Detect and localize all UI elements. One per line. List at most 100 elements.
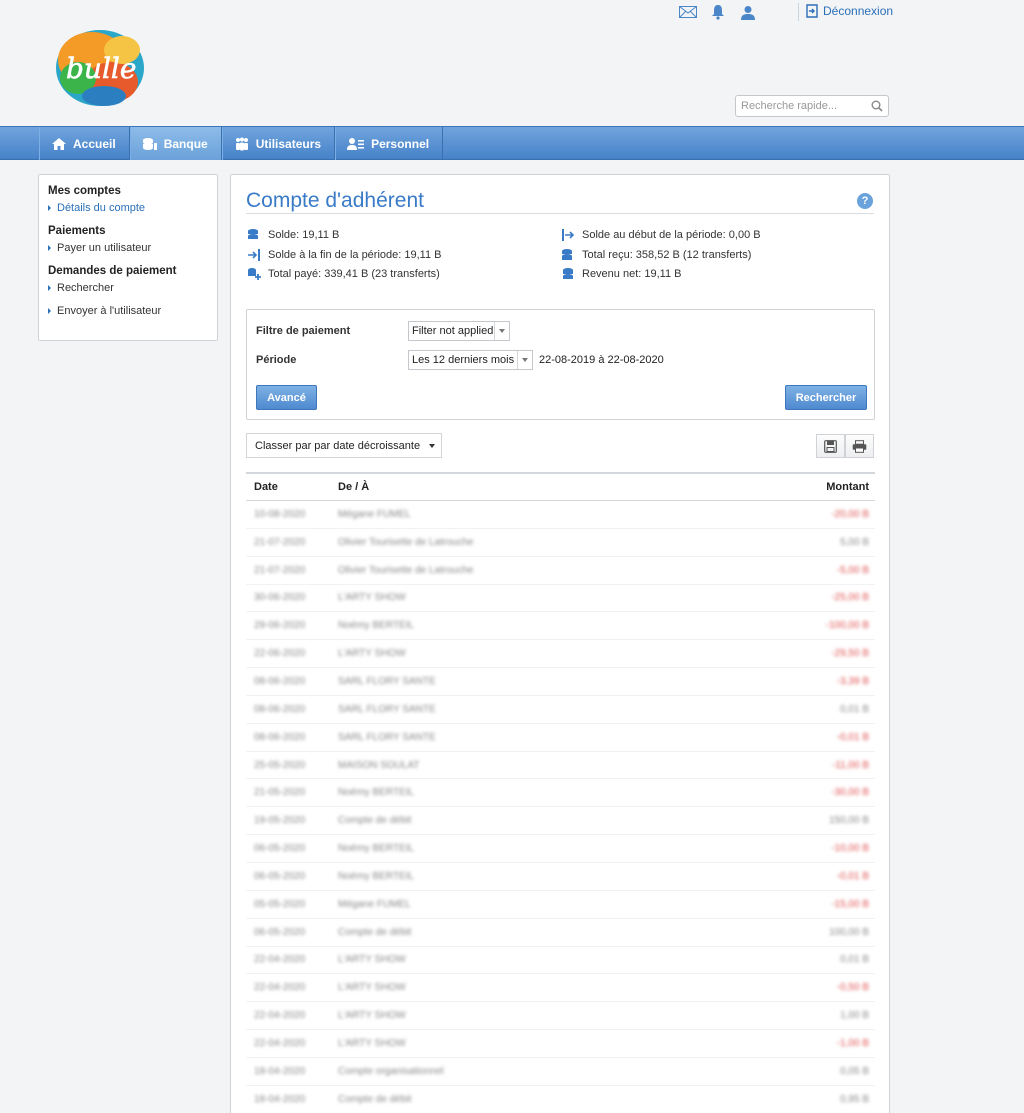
table-row[interactable]: 30-06-2020 L'ARTY SHOW -25,00 B [246, 585, 875, 613]
table-row[interactable]: 22-04-2020 L'ARTY SHOW 1,00 B [246, 1002, 875, 1031]
sidebar-item-rechercher[interactable]: Rechercher [48, 282, 208, 294]
row-amount: -5,00 B [836, 564, 869, 576]
sidebar-item-envoyer-utilisateur[interactable]: Envoyer à l'utilisateur [48, 305, 208, 317]
table-row[interactable]: 19-05-2020 Compte de débit 150,00 B [246, 807, 875, 836]
stat-solde-fin: Solde à la fin de la période: 19,11 B [246, 248, 441, 262]
chevron-down-icon [494, 322, 509, 340]
coins-icon [246, 228, 261, 242]
table-row[interactable]: 21-07-2020 Olivier Tourisette de Latrouch… [246, 529, 875, 557]
coins-plus-icon [246, 267, 261, 281]
search-icon[interactable] [871, 100, 883, 112]
sidebar: Mes comptes Détails du compte Paiements … [38, 174, 218, 341]
row-from-to: Mégane FUMEL [338, 898, 411, 910]
sidebar-item-details-compte[interactable]: Détails du compte [48, 202, 208, 214]
col-from-to[interactable]: De / À [338, 481, 755, 493]
arrow-in-icon [246, 248, 261, 262]
table-row[interactable]: 25-05-2020 MAISON SOULAT -11,00 B [246, 752, 875, 780]
sidebar-group-mes-comptes: Mes comptes [48, 185, 121, 197]
table-row[interactable]: 08-06-2020 SARL FLORY SANTE -0,01 B [246, 724, 875, 752]
transactions-table: Date De / À Montant 10-08-2020 Mégane FUM… [246, 472, 875, 1113]
nav-item-utilisateurs[interactable]: Utilisateurs [221, 127, 336, 160]
row-date: 30-06-2020 [254, 592, 306, 604]
table-row[interactable]: 22-04-2020 L'ARTY SHOW -0,50 B [246, 974, 875, 1003]
nav-item-banque[interactable]: Banque [129, 127, 222, 160]
table-row[interactable]: 10-08-2020 Mégane FUMEL -20,00 B [246, 501, 875, 529]
table-row[interactable]: 05-05-2020 Mégane FUMEL -15,00 B [246, 891, 875, 919]
nav-item-accueil[interactable]: Accueil [39, 127, 130, 160]
sidebar-item-label: Détails du compte [57, 202, 146, 214]
logout-icon [806, 4, 818, 18]
advanced-button[interactable]: Avancé [256, 385, 317, 410]
row-date: 06-05-2020 [254, 926, 306, 938]
row-from-to: MAISON SOULAT [338, 759, 420, 771]
row-from-to: Noémy BERTEIL [338, 620, 414, 632]
col-amount[interactable]: Montant [755, 481, 875, 493]
row-amount: -25,00 B [831, 592, 869, 604]
period-select[interactable]: Les 12 derniers mois [408, 350, 533, 370]
user-icon[interactable] [738, 4, 758, 20]
sidebar-item-label: Payer un utilisateur [57, 242, 152, 254]
mail-icon[interactable] [678, 4, 698, 20]
table-row[interactable]: 22-04-2020 L'ARTY SHOW 0,01 B [246, 947, 875, 975]
period-value: Les 12 derniers mois [412, 354, 515, 366]
search-button[interactable]: Rechercher [785, 385, 867, 410]
bulle-logo[interactable]: bulle [52, 26, 148, 110]
table-body: 10-08-2020 Mégane FUMEL -20,00 B 21-07-2020… [246, 501, 875, 1113]
row-amount: -10,00 B [831, 843, 869, 855]
row-amount: -11,00 B [831, 759, 869, 771]
row-from-to: Compte de débit [338, 815, 412, 827]
print-button[interactable] [845, 434, 874, 458]
row-amount: -0,01 B [836, 731, 869, 743]
sort-dropdown[interactable]: Classer par par date décroissante [246, 433, 442, 458]
table-row[interactable]: 06-05-2020 Noémy BERTEIL -10,00 B [246, 835, 875, 863]
row-amount: -20,00 B [831, 508, 869, 520]
arrow-out-icon [560, 228, 575, 242]
page-title: Compte d'adhérent [246, 189, 424, 212]
table-row[interactable]: 18-04-2020 Compte organisationnel 0,05 B [246, 1058, 875, 1086]
logout-link[interactable]: Déconnexion [806, 4, 893, 18]
table-row[interactable]: 18-04-2020 Compte de débit 0,95 B [246, 1086, 875, 1113]
table-row[interactable]: 21-07-2020 Olivier Tourisette de Latrouch… [246, 557, 875, 585]
row-from-to: Noémy BERTEIL [338, 870, 414, 882]
save-button[interactable] [816, 434, 845, 458]
payment-filter-select[interactable]: Filter not applied [408, 321, 510, 341]
coins-icon [560, 248, 575, 262]
sort-label: Classer par par date décroissante [255, 439, 421, 452]
col-date[interactable]: Date [246, 481, 338, 493]
stat-solde-debut-text: Solde au début de la période: 0,00 B [582, 229, 761, 241]
help-icon[interactable]: ? [857, 193, 873, 209]
row-from-to: SARL FLORY SANTE [338, 731, 436, 743]
row-amount: 5,00 B [840, 536, 869, 548]
filter-box: Filtre de paiement Filter not applied Pé… [246, 309, 875, 420]
table-row[interactable]: 21-05-2020 Noémy BERTEIL -30,00 B [246, 779, 875, 808]
chevron-right-icon [48, 245, 51, 251]
sidebar-item-payer-utilisateur[interactable]: Payer un utilisateur [48, 242, 208, 254]
row-from-to: Noémy BERTEIL [338, 843, 414, 855]
row-from-to: L'ARTY SHOW [338, 648, 406, 660]
row-date: 06-05-2020 [254, 843, 306, 855]
stat-total-recu-text: Total reçu: 358,52 B (12 transferts) [582, 249, 752, 261]
row-amount: 1,00 B [840, 1010, 869, 1022]
row-date: 21-07-2020 [254, 564, 306, 576]
table-row[interactable]: 22-06-2020 L'ARTY SHOW -29,50 B [246, 640, 875, 669]
table-row[interactable]: 22-04-2020 L'ARTY SHOW -1,00 B [246, 1030, 875, 1058]
row-date: 18-04-2020 [254, 1065, 306, 1077]
row-amount: -0,01 B [836, 870, 869, 882]
row-amount: 0,01 B [840, 703, 869, 715]
svg-text:bulle: bulle [66, 52, 136, 85]
quick-search-input[interactable]: Recherche rapide... [735, 95, 889, 117]
chevron-down-icon [517, 351, 532, 369]
table-row[interactable]: 29-06-2020 Noémy BERTEIL -100,00 B [246, 612, 875, 641]
coins-icon [560, 267, 575, 281]
table-row[interactable]: 08-06-2020 SARL FLORY SANTE 0,01 B [246, 696, 875, 724]
table-row[interactable]: 06-05-2020 Noémy BERTEIL -0,01 B [246, 863, 875, 891]
table-row[interactable]: 08-06-2020 SARL FLORY SANTE -3,39 B [246, 668, 875, 696]
row-amount: 0,95 B [840, 1093, 869, 1105]
row-from-to: Noémy BERTEIL [338, 787, 414, 799]
bell-icon[interactable] [708, 4, 728, 20]
chevron-right-icon [48, 205, 51, 211]
nav-item-personnel[interactable]: Personnel [335, 127, 444, 160]
users-icon [235, 137, 248, 150]
table-row[interactable]: 06-05-2020 Compte de débit 100,00 B [246, 919, 875, 947]
row-from-to: L'ARTY SHOW [338, 1010, 406, 1022]
